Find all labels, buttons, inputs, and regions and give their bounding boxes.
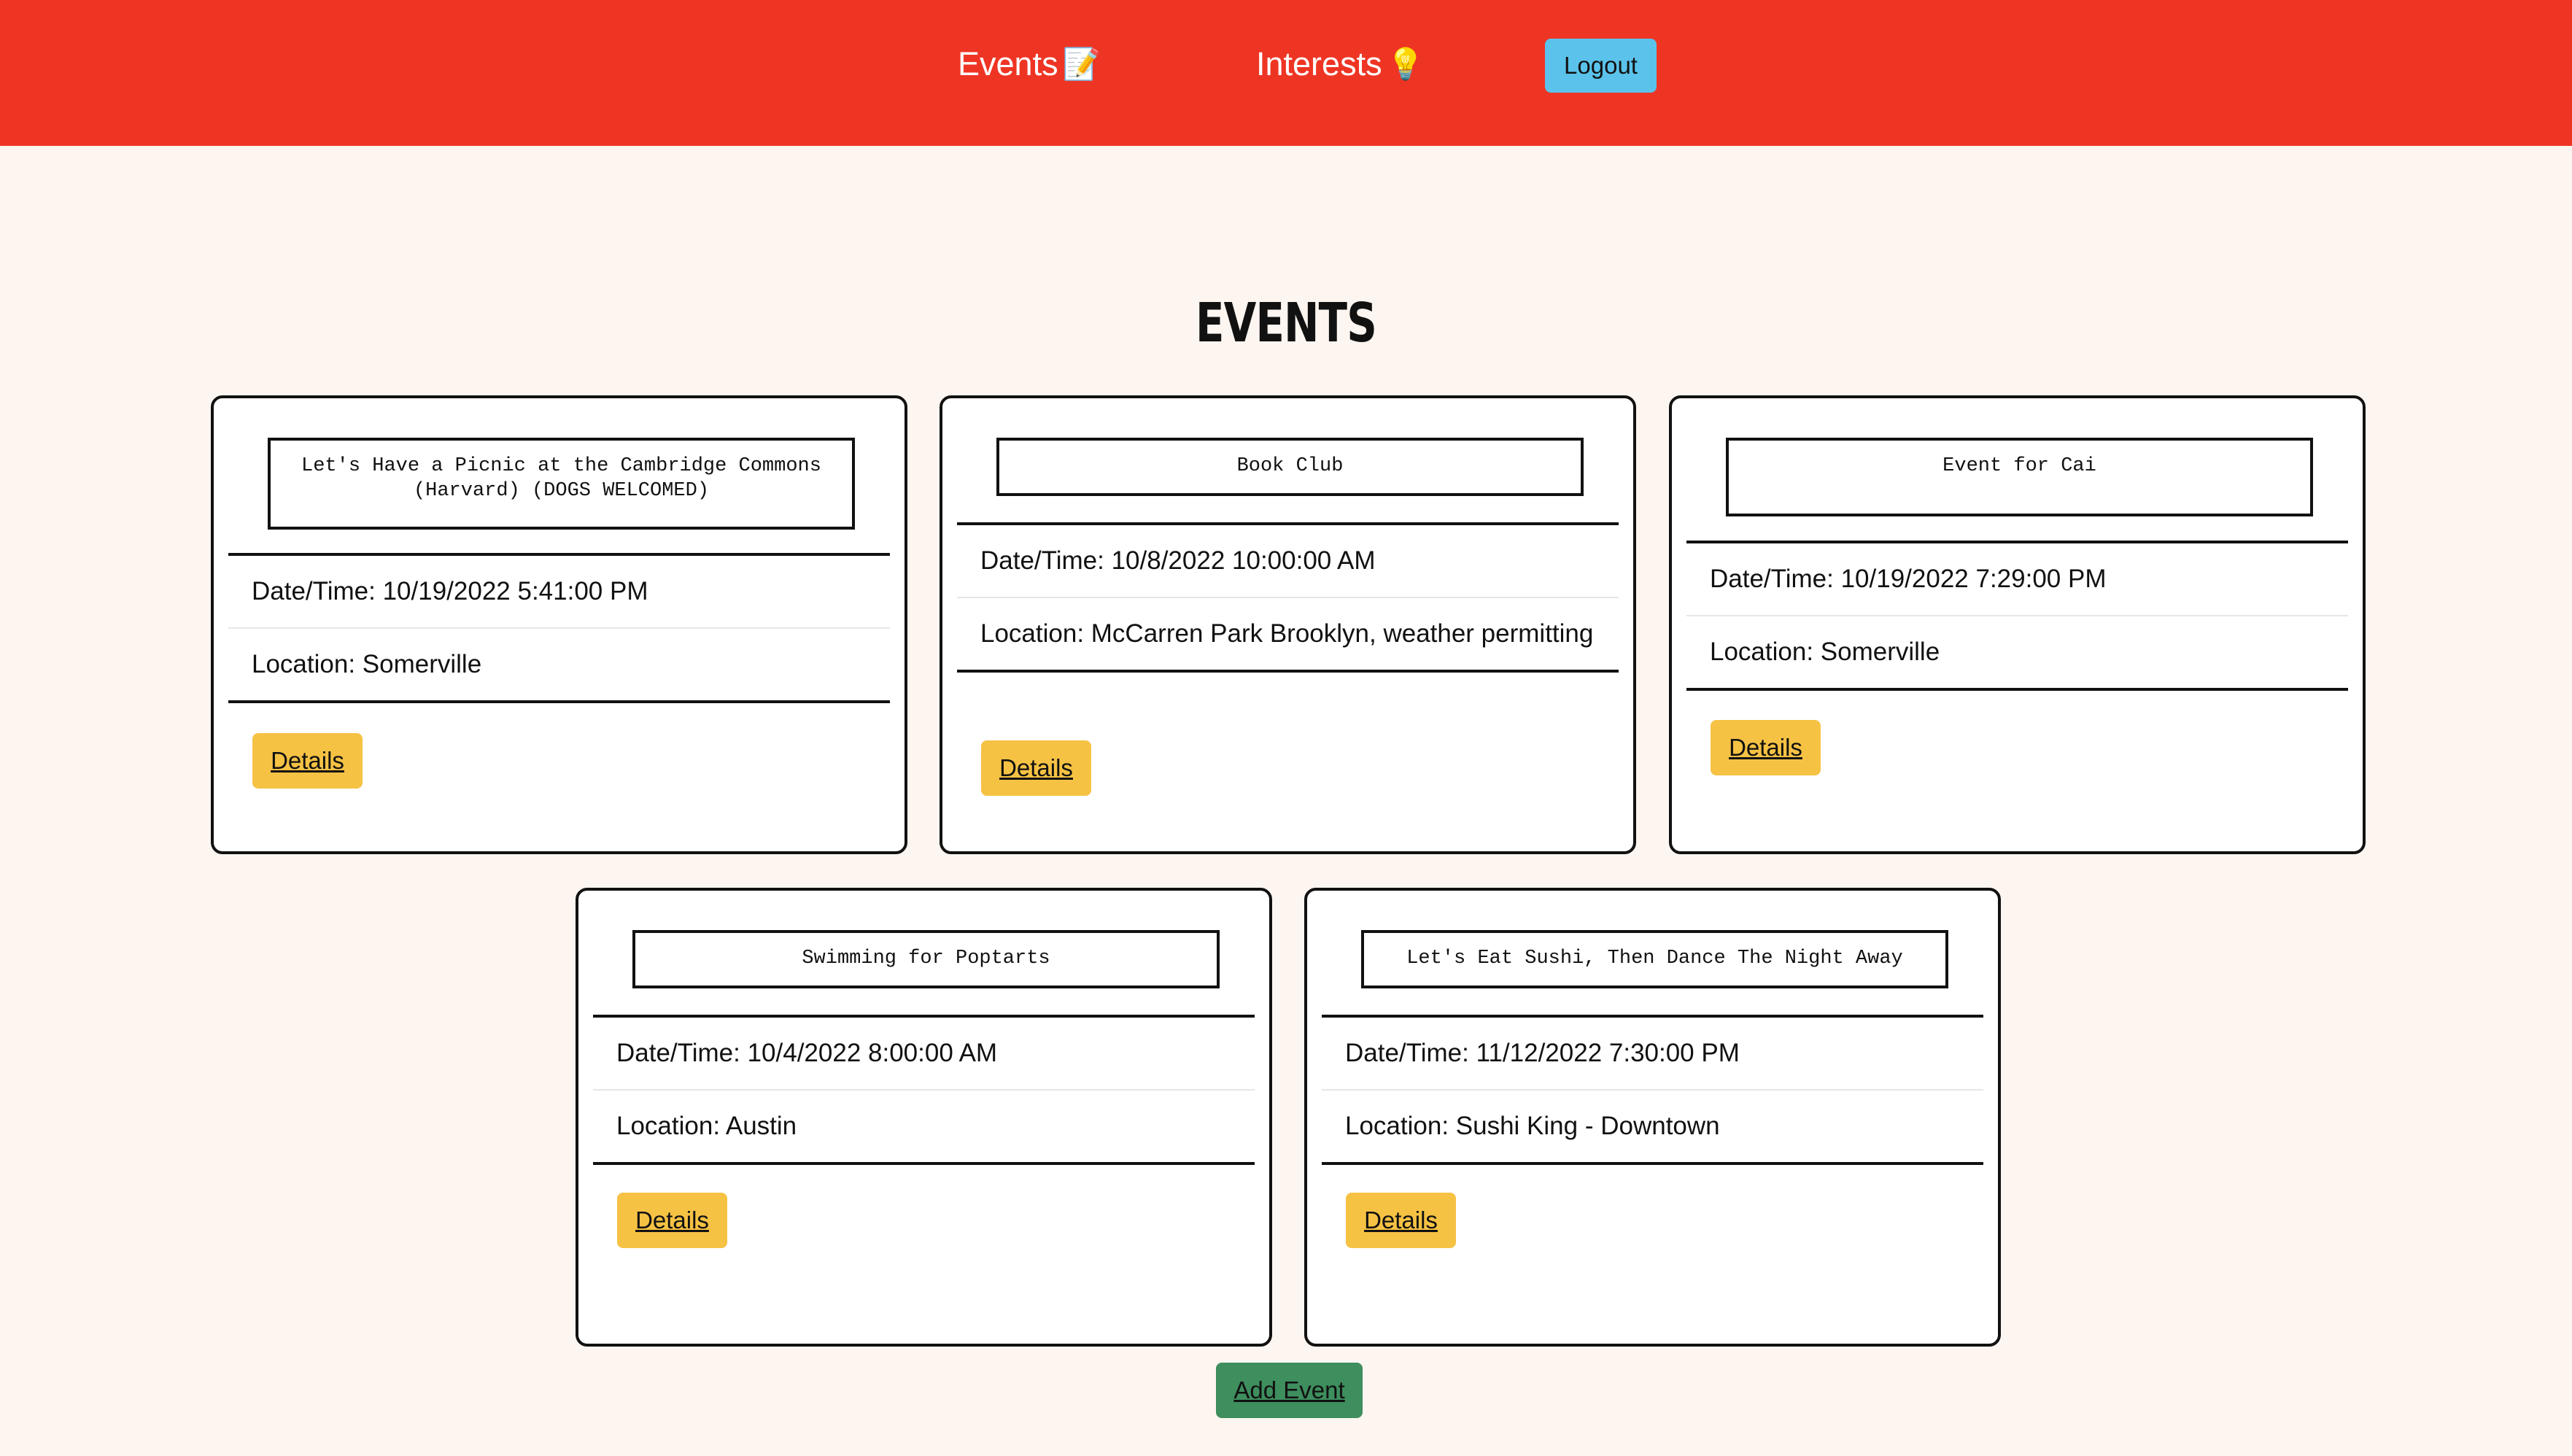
event-info: Date/Time: 10/4/2022 8:00:00 AM Location… — [593, 1015, 1255, 1165]
event-datetime: Date/Time: 10/19/2022 7:29:00 PM — [1710, 565, 2107, 593]
logout-button[interactable]: Logout — [1545, 39, 1657, 93]
calendar-icon: 📝 — [1062, 46, 1101, 81]
event-datetime: Date/Time: 10/8/2022 10:00:00 AM — [980, 546, 1376, 575]
event-datetime: Date/Time: 10/19/2022 5:41:00 PM — [252, 577, 648, 605]
details-button[interactable]: Details — [252, 733, 363, 789]
event-card: Swimming for Poptarts Date/Time: 10/4/20… — [576, 888, 1272, 1347]
nav-interests-link[interactable]: Interests 💡 — [1256, 45, 1425, 83]
details-button[interactable]: Details — [1711, 720, 1821, 775]
event-title: Swimming for Poptarts — [632, 930, 1220, 988]
event-title: Let's Eat Sushi, Then Dance The Night Aw… — [1361, 930, 1948, 988]
event-card: Book Club Date/Time: 10/8/2022 10:00:00 … — [940, 395, 1636, 854]
event-title: Event for Cai — [1726, 438, 2313, 516]
details-button[interactable]: Details — [1346, 1193, 1456, 1248]
event-card: Let's Eat Sushi, Then Dance The Night Aw… — [1304, 888, 2001, 1347]
event-location: Location: Sushi King - Downtown — [1322, 1089, 1983, 1162]
event-card: Let's Have a Picnic at the Cambridge Com… — [211, 395, 907, 854]
event-location: Location: Somerville — [228, 627, 890, 700]
event-datetime: Date/Time: 10/4/2022 8:00:00 AM — [616, 1039, 998, 1067]
event-datetime: Date/Time: 11/12/2022 7:30:00 PM — [1345, 1039, 1740, 1067]
page-title: EVENTS — [1195, 292, 1377, 355]
event-location: Location: McCarren Park Brooklyn, weathe… — [957, 597, 1619, 670]
event-location: Location: Austin — [593, 1089, 1255, 1162]
event-card: Event for Cai Date/Time: 10/19/2022 7:29… — [1669, 395, 2366, 854]
event-location: Location: Somerville — [1686, 615, 2348, 688]
details-button[interactable]: Details — [617, 1193, 727, 1248]
event-info: Date/Time: 11/12/2022 7:30:00 PM Locatio… — [1322, 1015, 1983, 1165]
nav-events-label: Events — [958, 45, 1058, 82]
event-info: Date/Time: 10/8/2022 10:00:00 AM Locatio… — [957, 522, 1619, 673]
lightbulb-icon: 💡 — [1386, 46, 1425, 81]
nav-interests-label: Interests — [1256, 45, 1382, 82]
nav-events-link[interactable]: Events 📝 — [958, 45, 1101, 83]
event-info: Date/Time: 10/19/2022 5:41:00 PM Locatio… — [228, 553, 890, 703]
details-button[interactable]: Details — [981, 740, 1091, 796]
add-event-button[interactable]: Add Event — [1216, 1363, 1363, 1418]
top-navbar: Events 📝 Interests 💡 Logout — [0, 0, 2572, 146]
event-title: Book Club — [996, 438, 1584, 496]
event-title: Let's Have a Picnic at the Cambridge Com… — [268, 438, 855, 530]
event-info: Date/Time: 10/19/2022 7:29:00 PM Locatio… — [1686, 541, 2348, 691]
